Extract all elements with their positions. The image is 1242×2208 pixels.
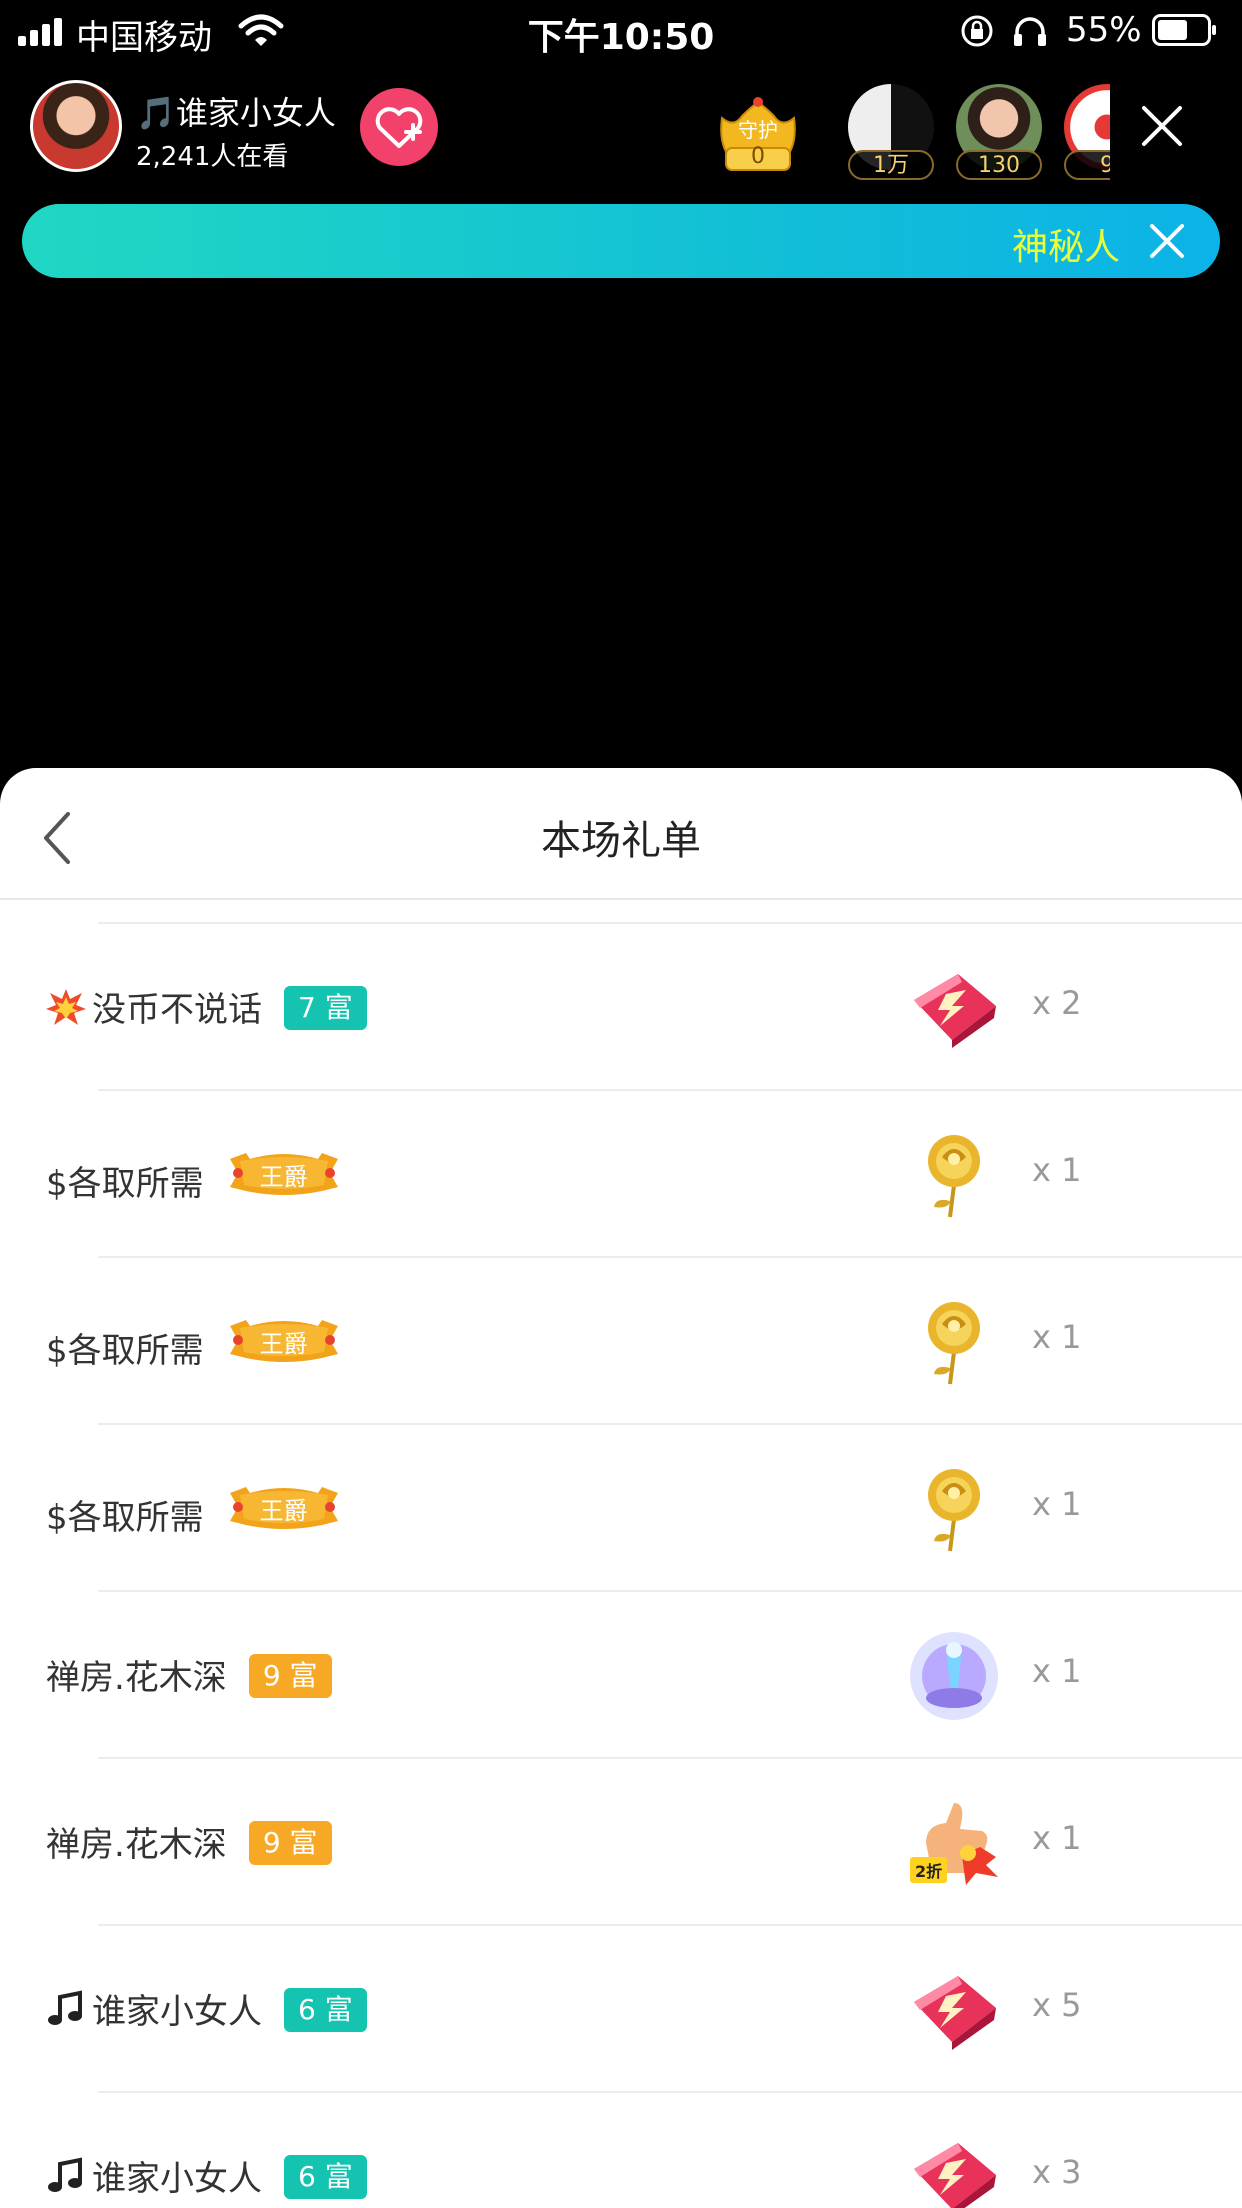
viewer-contribution: 9 <box>1064 150 1110 180</box>
gift-list-row[interactable]: 谁家小女人 6 富 x 5 <box>0 1926 1242 2091</box>
wealth-level-badge: 6 富 <box>284 1988 367 2032</box>
discount-tag: 2折 <box>910 1857 948 1883</box>
sender-name-text: $各取所需 <box>46 1164 204 1204</box>
duke-rank-badge: 王爵 <box>226 1149 342 1195</box>
rotation-lock-icon <box>961 15 993 47</box>
status-bar: 中国移动 下午10:50 55% <box>0 0 1242 62</box>
sheet-title: 本场礼单 <box>541 818 701 864</box>
gift-count: x 5 <box>1032 1986 1082 2024</box>
duke-rank-label: 王爵 <box>259 1330 308 1358</box>
music-note-icon <box>46 1989 86 2029</box>
gift-list-row[interactable]: 禅房.花木深 9 富 x 1 <box>0 1592 1242 1757</box>
gift-count: x 3 <box>1032 2153 1082 2191</box>
viewer-contribution: 1万 <box>848 150 934 180</box>
gift-list-row[interactable]: $各取所需 王爵 x 1 <box>0 1091 1242 1256</box>
sender-name-text: $各取所需 <box>46 1331 204 1371</box>
sender-name: 禅房.花木深 9 富 <box>46 1817 332 1866</box>
sender-name-text: $各取所需 <box>46 1498 204 1538</box>
notification-banner[interactable]: 神秘人 <box>22 204 1220 278</box>
golden-rose-gift-icon <box>906 1127 1002 1223</box>
duke-rank-label: 王爵 <box>259 1163 308 1191</box>
viewer-contribution: 130 <box>956 150 1042 180</box>
banner-text: 神秘人 <box>1012 227 1121 268</box>
sender-name: 谁家小女人 6 富 <box>46 2151 367 2200</box>
gift-list-sheet: 本场礼单 没币不说话 7 富x 2 $各取所需 王爵 x 1 $各取所需 王爵 x 1 $各取所… <box>0 768 1242 2208</box>
gift-list-row[interactable]: 没币不说话 7 富 x 2 <box>0 924 1242 1089</box>
wealth-level-badge: 6 富 <box>284 2155 367 2199</box>
gift-list-row[interactable]: 禅房.花木深 9 富 2折 x 1 <box>0 1759 1242 1924</box>
gift-count: x 1 <box>1032 1151 1082 1189</box>
sender-name: 谁家小女人 6 富 <box>46 1984 367 2033</box>
gift-count: x 2 <box>1032 984 1082 1022</box>
gift-count: x 1 <box>1032 1652 1082 1690</box>
crystal-fountain-gift-icon <box>906 1628 1002 1724</box>
sender-name: $各取所需 王爵 <box>46 1149 342 1205</box>
golden-rose-gift-icon <box>906 1461 1002 1557</box>
sender-name-text: 没币不说话 <box>92 990 262 1030</box>
divider <box>0 898 1242 900</box>
sender-name: $各取所需 王爵 <box>46 1483 342 1539</box>
sender-name-text: 禅房.花木深 <box>46 1825 227 1865</box>
banner-close-icon[interactable] <box>1148 222 1186 260</box>
sender-name: $各取所需 王爵 <box>46 1316 342 1372</box>
gift-count: x 1 <box>1032 1819 1082 1857</box>
wealth-level-badge: 9 富 <box>248 1654 332 1698</box>
gift-count: x 1 <box>1032 1485 1082 1523</box>
top-viewers-list: 1万 130 9 <box>0 80 1110 184</box>
headphones-icon <box>1014 17 1046 46</box>
sender-name-text: 谁家小女人 <box>92 2159 262 2199</box>
wealth-level-badge: 7 富 <box>284 986 367 1030</box>
close-icon[interactable] <box>1140 104 1184 148</box>
gift-list-row[interactable]: $各取所需 王爵 x 1 <box>0 1258 1242 1423</box>
golden-rose-gift-icon <box>906 1294 1002 1390</box>
explosion-icon <box>46 987 86 1027</box>
gift-list-row[interactable]: 谁家小女人 6 富 x 3 <box>0 2093 1242 2208</box>
duke-rank-badge: 王爵 <box>226 1316 342 1362</box>
red-envelope-gift-icon <box>906 960 1002 1056</box>
thumbs-up-gift-icon: 2折 <box>906 1795 1002 1891</box>
battery-percent: 55% <box>1066 10 1142 50</box>
clock: 下午10:50 <box>527 17 715 58</box>
sender-name-text: 谁家小女人 <box>92 1992 262 2032</box>
duke-rank-label: 王爵 <box>259 1497 308 1525</box>
red-envelope-gift-icon <box>906 1962 1002 2058</box>
music-note-icon <box>46 2156 86 2196</box>
sender-name: 没币不说话 7 富 <box>46 982 367 1031</box>
wealth-level-badge: 9 富 <box>248 1821 332 1865</box>
red-envelope-gift-icon <box>906 2129 1002 2208</box>
gift-list-row[interactable]: $各取所需 王爵 x 1 <box>0 1425 1242 1590</box>
gift-count: x 1 <box>1032 1318 1082 1356</box>
battery-icon <box>1152 14 1216 46</box>
duke-rank-badge: 王爵 <box>226 1483 342 1529</box>
sender-name: 禅房.花木深 9 富 <box>46 1650 332 1699</box>
sender-name-text: 禅房.花木深 <box>46 1658 227 1698</box>
